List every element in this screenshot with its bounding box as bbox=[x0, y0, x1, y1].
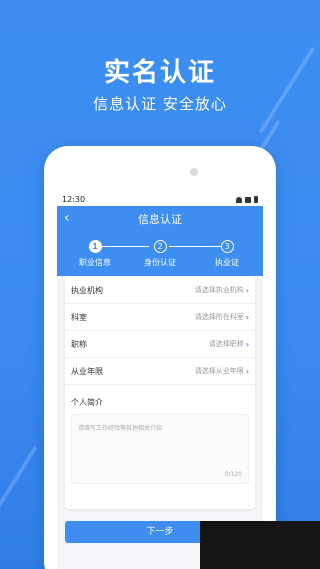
status-bar: 12:30 bbox=[57, 193, 263, 206]
chevron-right-icon: › bbox=[245, 285, 249, 295]
corner-overlay bbox=[200, 521, 320, 569]
intro-textarea[interactable]: 请填写工作经验等其他相关介绍 0/120 bbox=[71, 414, 249, 484]
row-value: 请选择所在科室 bbox=[194, 313, 244, 321]
row-value: 请选择执业机构 bbox=[194, 286, 244, 294]
step-number: 1 bbox=[88, 240, 102, 253]
years-select[interactable]: 从业年限 请选择从业年限 › bbox=[65, 358, 255, 385]
chevron-right-icon: › bbox=[245, 339, 249, 349]
hero-title: 实名认证 bbox=[103, 58, 216, 88]
status-icons bbox=[236, 196, 258, 203]
row-label: 科室 bbox=[71, 312, 87, 322]
status-time: 12:30 bbox=[62, 195, 86, 204]
page-title: 信息认证 bbox=[138, 213, 182, 226]
step-number: 3 bbox=[220, 240, 234, 253]
wifi-icon bbox=[236, 196, 242, 203]
step-label: 职业信息 bbox=[79, 258, 111, 267]
row-label: 执业机构 bbox=[71, 285, 103, 295]
step-1: 1 职业信息 bbox=[65, 240, 125, 268]
row-value: 请选择从业年限 bbox=[194, 367, 244, 375]
step-label: 身份认证 bbox=[144, 258, 176, 267]
step-number: 2 bbox=[153, 240, 167, 253]
hero-subtitle: 信息认证 安全放心 bbox=[93, 95, 227, 113]
institution-select[interactable]: 执业机构 请选择执业机构 › bbox=[65, 277, 255, 304]
signal-icon bbox=[245, 196, 251, 203]
step-2: 2 身份认证 bbox=[130, 240, 190, 268]
row-label: 从业年限 bbox=[71, 366, 103, 376]
form-card: 执业机构 请选择执业机构 › 科室 请选择所在科室 › 职称 请选择职称 › 从业年限… bbox=[65, 277, 255, 509]
app-header: ‹ 信息认证 1 职业信息 2 身份认证 3 执业证 bbox=[57, 206, 263, 276]
step-indicator: 1 职业信息 2 身份认证 3 执业证 bbox=[57, 240, 263, 274]
phone-screen: 12:30 ‹ 信息认证 1 职业信息 2 身份认证 3 执业证 执业机构 请选… bbox=[57, 193, 263, 569]
decorative-streak bbox=[0, 445, 38, 525]
chevron-right-icon: › bbox=[245, 366, 249, 376]
step-3: 3 执业证 bbox=[197, 240, 257, 268]
row-value: 请选择职称 bbox=[208, 340, 244, 348]
char-counter: 0/120 bbox=[224, 471, 242, 478]
step-label: 执业证 bbox=[215, 258, 239, 267]
intro-label: 个人简介 bbox=[71, 398, 103, 407]
battery-icon bbox=[254, 196, 258, 203]
phone-camera bbox=[190, 168, 198, 176]
chevron-right-icon: › bbox=[245, 312, 249, 322]
intro-placeholder: 请填写工作经验等其他相关介绍 bbox=[78, 425, 163, 432]
row-label: 职称 bbox=[71, 339, 87, 349]
title-select[interactable]: 职称 请选择职称 › bbox=[65, 331, 255, 358]
department-select[interactable]: 科室 请选择所在科室 › bbox=[65, 304, 255, 331]
